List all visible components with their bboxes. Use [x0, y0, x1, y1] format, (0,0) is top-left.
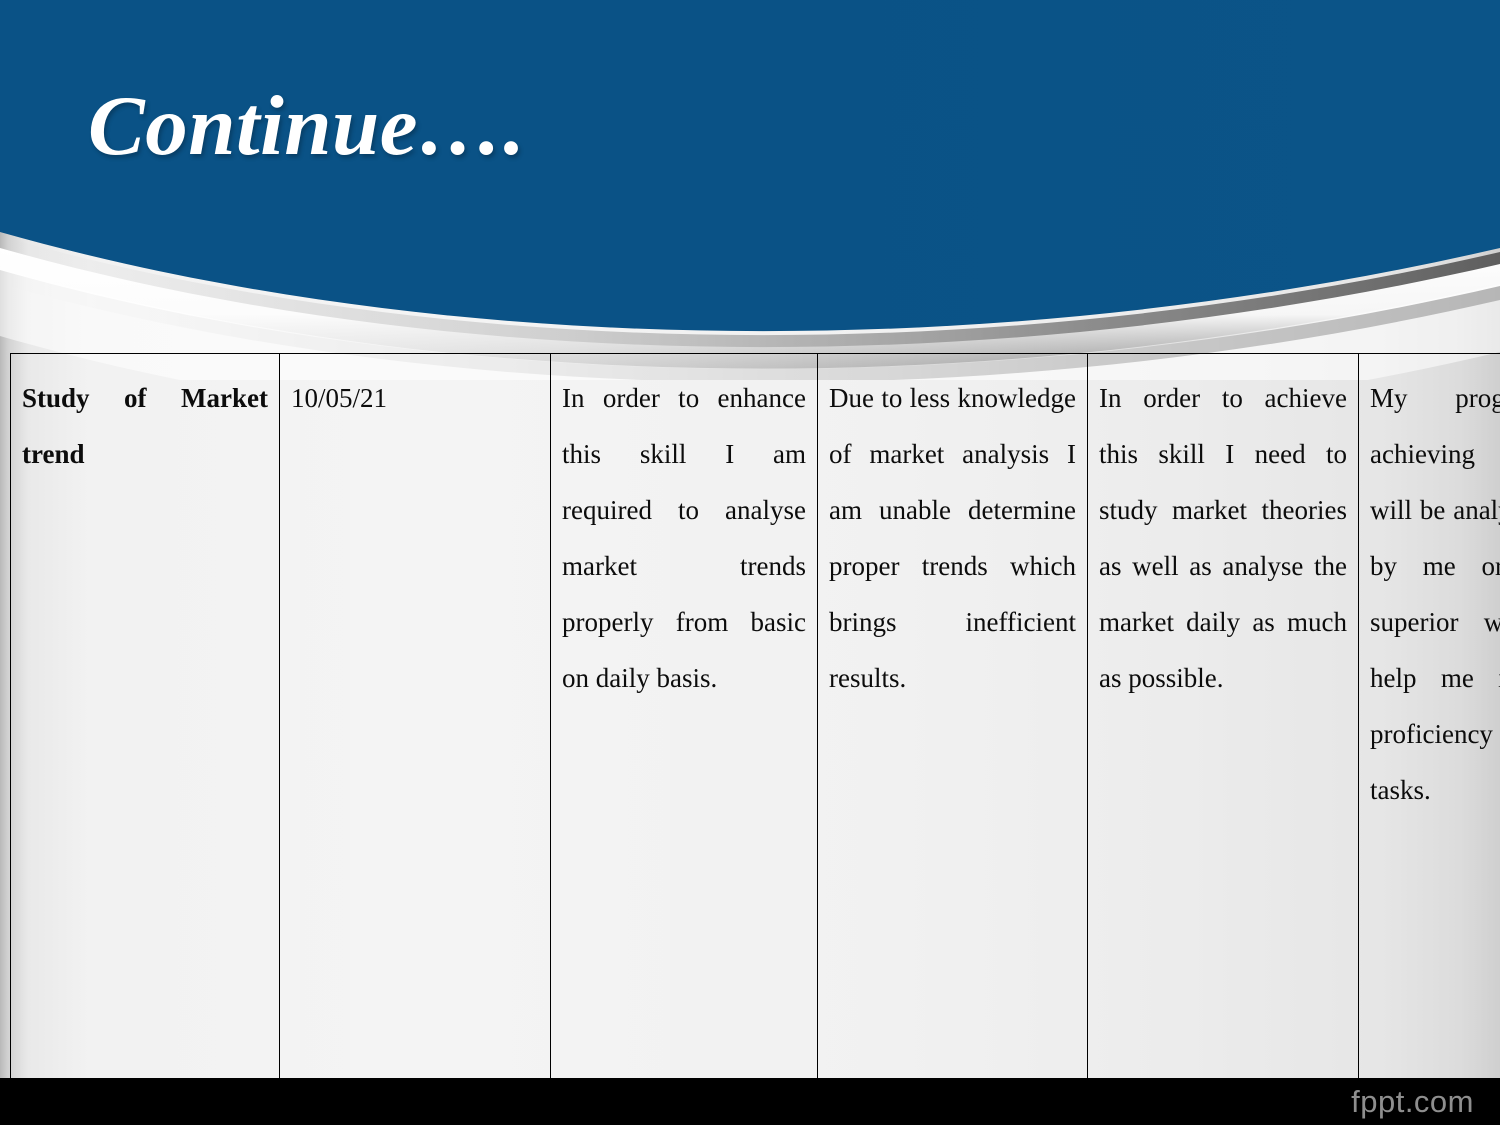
cell-evaluation-method: My progress of achieving this skill will…	[1358, 353, 1500, 1081]
current-barrier-text: Due to less knowledge of market analysis…	[829, 383, 1076, 693]
skill-name-text: Study of Market trend	[22, 383, 268, 469]
date-text: 10/05/21	[291, 383, 388, 413]
cell-skill-name: Study of Market trend	[10, 353, 280, 1081]
header-swoosh-decoration	[0, 0, 1500, 380]
evaluation-method-text: My progress of achieving this skill will…	[1370, 383, 1500, 805]
footer-bar	[0, 1078, 1500, 1125]
cell-action-plan: In order to achieve this skill I need to…	[1087, 353, 1359, 1081]
table-row: Study of Market trend 10/05/21 In order …	[10, 353, 1500, 1081]
enhancement-requirement-text: In order to enhance this skill I am requ…	[562, 383, 806, 693]
skill-development-table-container: Study of Market trend 10/05/21 In order …	[10, 353, 1500, 1081]
skill-development-table: Study of Market trend 10/05/21 In order …	[10, 353, 1500, 1081]
cell-current-barrier: Due to less knowledge of market analysis…	[817, 353, 1088, 1081]
slide-canvas: Continue…. Study of Market trend 10/05/2…	[0, 0, 1500, 1125]
page-title: Continue….	[88, 79, 526, 173]
cell-enhancement-requirement: In order to enhance this skill I am requ…	[550, 353, 818, 1081]
action-plan-text: In order to achieve this skill I need to…	[1099, 383, 1347, 693]
cell-date: 10/05/21	[279, 353, 551, 1081]
fppt-watermark: fppt.com	[1351, 1084, 1474, 1119]
